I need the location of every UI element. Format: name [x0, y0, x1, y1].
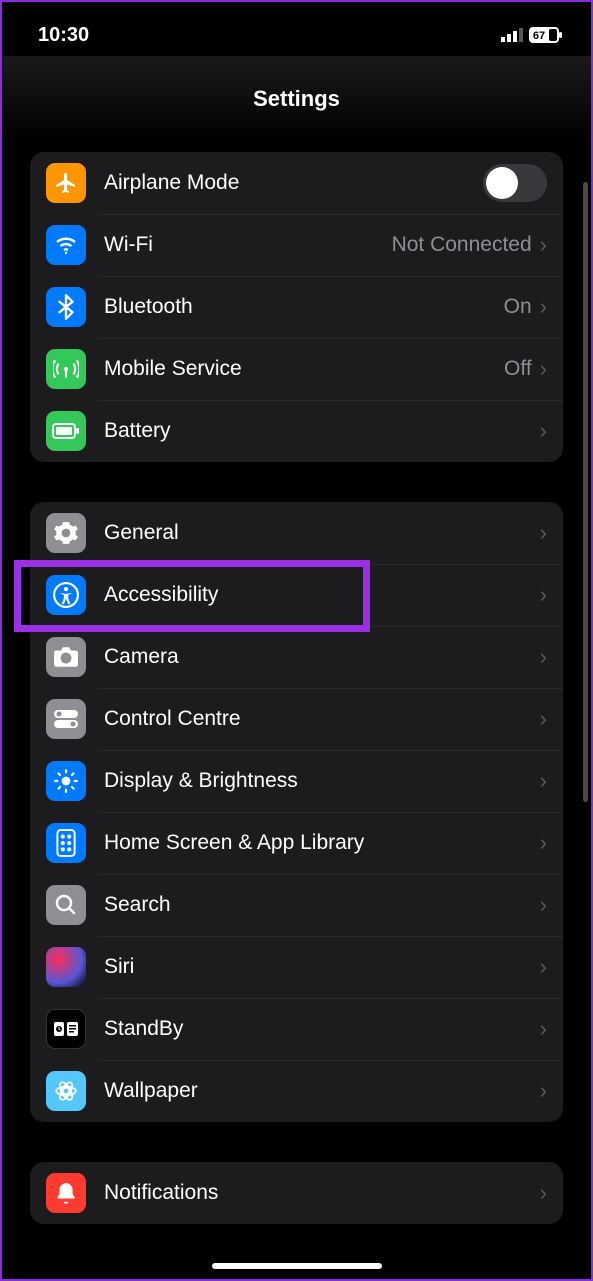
chevron-right-icon: › — [540, 706, 547, 732]
row-bluetooth[interactable]: Bluetooth On › — [30, 276, 563, 338]
chevron-right-icon: › — [540, 1016, 547, 1042]
battery-row-icon — [46, 411, 86, 451]
label-home-screen: Home Screen & App Library — [104, 831, 540, 855]
label-siri: Siri — [104, 955, 540, 979]
row-accessibility[interactable]: Accessibility › — [30, 564, 563, 626]
gear-icon — [46, 513, 86, 553]
row-wifi[interactable]: Wi-Fi Not Connected › — [30, 214, 563, 276]
row-camera[interactable]: Camera › — [30, 626, 563, 688]
status-time: 10:30 — [38, 24, 89, 47]
camera-icon — [46, 637, 86, 677]
label-wallpaper: Wallpaper — [104, 1079, 540, 1103]
row-mobile-service[interactable]: Mobile Service Off › — [30, 338, 563, 400]
label-bluetooth: Bluetooth — [104, 295, 504, 319]
airplane-icon — [46, 163, 86, 203]
settings-group-notifications: Notifications › — [30, 1162, 563, 1224]
chevron-right-icon: › — [540, 294, 547, 320]
accessibility-icon — [46, 575, 86, 615]
label-airplane: Airplane Mode — [104, 171, 483, 195]
row-notifications[interactable]: Notifications › — [30, 1162, 563, 1224]
row-wallpaper[interactable]: Wallpaper › — [30, 1060, 563, 1122]
value-wifi: Not Connected — [392, 233, 532, 257]
chevron-right-icon: › — [540, 830, 547, 856]
label-camera: Camera — [104, 645, 540, 669]
cellular-icon — [501, 28, 523, 42]
scrollbar[interactable] — [583, 182, 588, 802]
brightness-icon — [46, 761, 86, 801]
chevron-right-icon: › — [540, 954, 547, 980]
label-wifi: Wi-Fi — [104, 233, 392, 257]
chevron-right-icon: › — [540, 582, 547, 608]
chevron-right-icon: › — [540, 1180, 547, 1206]
row-home-screen[interactable]: Home Screen & App Library › — [30, 812, 563, 874]
bluetooth-icon — [46, 287, 86, 327]
row-control-centre[interactable]: Control Centre › — [30, 688, 563, 750]
row-search[interactable]: Search › — [30, 874, 563, 936]
chevron-right-icon: › — [540, 356, 547, 382]
toggle-airplane[interactable] — [483, 164, 547, 202]
row-general[interactable]: General › — [30, 502, 563, 564]
app-grid-icon — [46, 823, 86, 863]
wifi-icon — [46, 225, 86, 265]
row-battery[interactable]: Battery › — [30, 400, 563, 462]
settings-group-general: General › Accessibility › Camera › Contr… — [30, 502, 563, 1122]
label-mobile: Mobile Service — [104, 357, 504, 381]
row-standby[interactable]: StandBy › — [30, 998, 563, 1060]
home-indicator[interactable] — [212, 1263, 382, 1269]
chevron-right-icon: › — [540, 1078, 547, 1104]
row-display[interactable]: Display & Brightness › — [30, 750, 563, 812]
antenna-icon — [46, 349, 86, 389]
label-general: General — [104, 521, 540, 545]
row-airplane-mode[interactable]: Airplane Mode — [30, 152, 563, 214]
wallpaper-icon — [46, 1071, 86, 1111]
label-display: Display & Brightness — [104, 769, 540, 793]
chevron-right-icon: › — [540, 232, 547, 258]
settings-group-connectivity: Airplane Mode Wi-Fi Not Connected › Blue… — [30, 152, 563, 462]
row-siri[interactable]: Siri › — [30, 936, 563, 998]
status-bar: 10:30 67 — [2, 2, 591, 56]
label-battery: Battery — [104, 419, 540, 443]
svg-text:67: 67 — [533, 30, 545, 42]
label-control-centre: Control Centre — [104, 707, 540, 731]
chevron-right-icon: › — [540, 892, 547, 918]
standby-icon — [46, 1009, 86, 1049]
chevron-right-icon: › — [540, 644, 547, 670]
toggles-icon — [46, 699, 86, 739]
value-bluetooth: On — [504, 295, 532, 319]
chevron-right-icon: › — [540, 418, 547, 444]
battery-icon: 67 — [529, 27, 563, 43]
chevron-right-icon: › — [540, 520, 547, 546]
status-right: 67 — [501, 27, 563, 43]
label-accessibility: Accessibility — [104, 583, 540, 607]
chevron-right-icon: › — [540, 768, 547, 794]
value-mobile: Off — [504, 357, 532, 381]
siri-icon — [46, 947, 86, 987]
search-icon — [46, 885, 86, 925]
label-search: Search — [104, 893, 540, 917]
bell-icon — [46, 1173, 86, 1213]
page-title: Settings — [2, 56, 591, 142]
label-standby: StandBy — [104, 1017, 540, 1041]
label-notifications: Notifications — [104, 1181, 540, 1205]
